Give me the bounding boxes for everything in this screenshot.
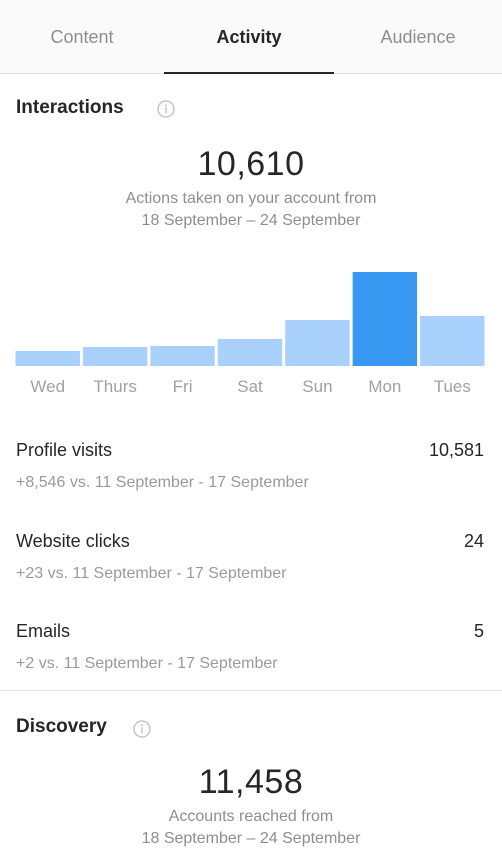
profile-visits-compare: +8,546 vs. 11 September - 17 September	[16, 474, 309, 491]
tick-label-sun: Sun	[302, 377, 332, 396]
tick-label-wed: Wed	[30, 377, 65, 396]
bar-thurs[interactable]	[82, 347, 148, 366]
profile-visits-value: 10,581	[428, 440, 484, 460]
discovery-title: Discovery	[16, 716, 107, 737]
tab-bar: Content Activity Audience	[0, 0, 502, 74]
tab-audience[interactable]: Audience	[334, 0, 502, 74]
profile-visits-label: Profile visits	[16, 440, 113, 460]
bar-fri[interactable]	[150, 346, 215, 366]
discovery-total: 11,458	[198, 763, 304, 801]
emails-value: 5	[473, 621, 484, 641]
tab-activity[interactable]: Activity	[164, 0, 334, 74]
bar-wed[interactable]	[15, 351, 80, 366]
discovery-subtitle-line1: Accounts reached from	[168, 808, 334, 825]
website-clicks-value: 24	[463, 531, 484, 551]
interactions-total: 10,610	[197, 145, 305, 183]
interactions-title: Interactions	[16, 97, 124, 118]
interactions-subtitle-line2: 18 September – 24 September	[141, 212, 361, 229]
tick-label-tues: Tues	[434, 377, 471, 396]
section-divider	[0, 690, 502, 691]
website-clicks-compare: +23 vs. 11 September - 17 September	[16, 565, 287, 582]
bar-tues[interactable]	[420, 316, 485, 366]
bar-sat[interactable]	[217, 339, 283, 366]
tick-label-thurs: Thurs	[93, 377, 136, 396]
discovery-subtitle-line2: 18 September – 24 September	[141, 830, 361, 847]
tab-content[interactable]: Content	[0, 0, 164, 74]
emails-compare: +2 vs. 11 September - 17 September	[16, 655, 278, 672]
active-tab-indicator	[164, 72, 334, 74]
website-clicks-label: Website clicks	[16, 531, 130, 551]
interactions-subtitle-line1: Actions taken on your account from	[125, 190, 377, 207]
tick-label-sat: Sat	[237, 377, 263, 396]
bar-sun[interactable]	[285, 320, 350, 366]
tick-label-mon: Mon	[368, 377, 401, 396]
interactions-bar-chart: Wed Thurs Fri Sat Sun Mon Tues	[15, 272, 485, 396]
info-circle-icon[interactable]	[157, 100, 175, 118]
info-circle-icon[interactable]	[133, 720, 151, 738]
bar-mon[interactable]	[352, 272, 418, 366]
emails-label: Emails	[16, 621, 71, 641]
tick-label-fri: Fri	[173, 377, 193, 396]
